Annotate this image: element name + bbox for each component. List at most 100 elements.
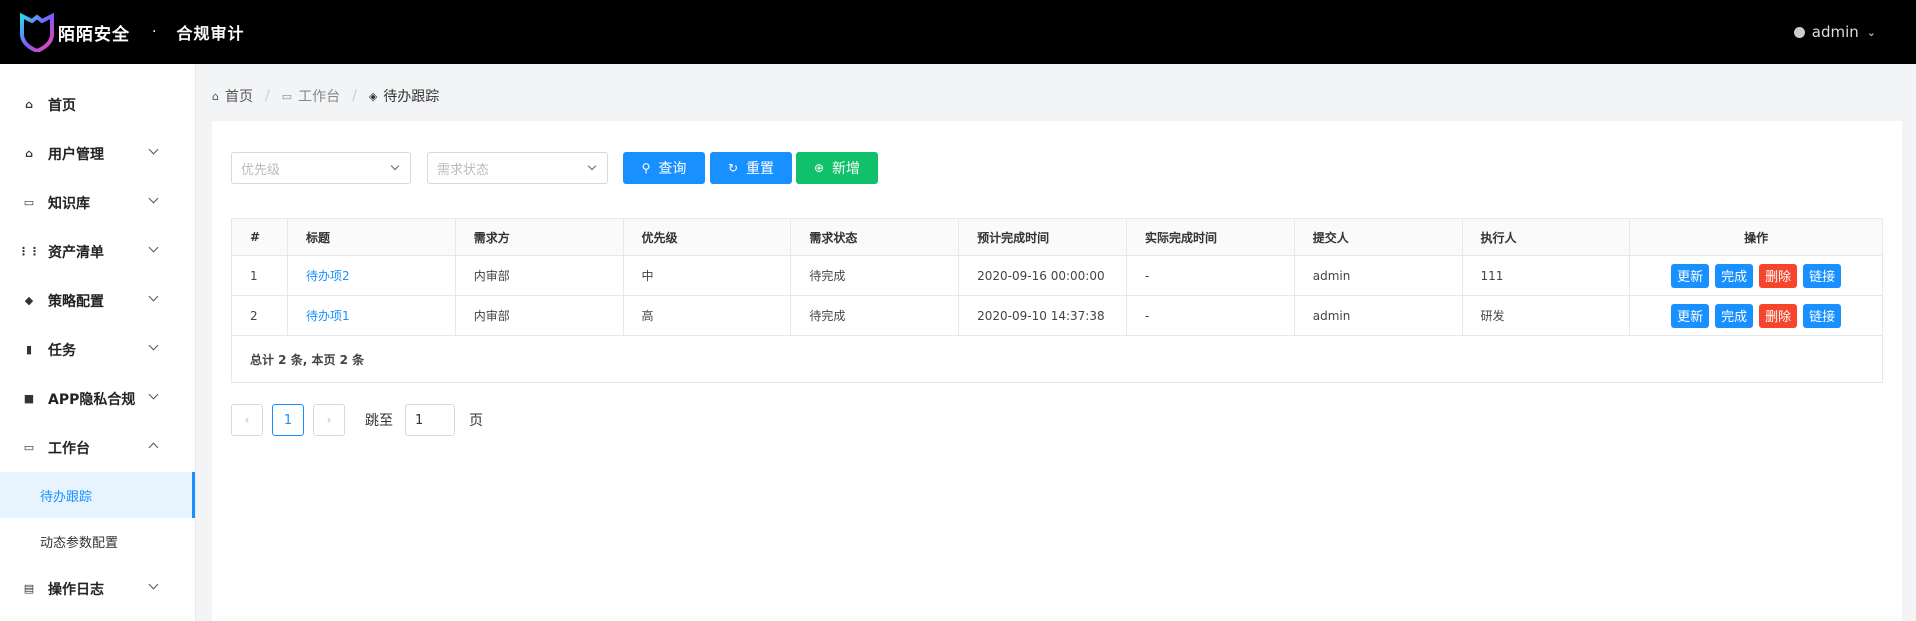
chevron-down-icon xyxy=(587,161,597,171)
column-header: 操作 xyxy=(1744,230,1769,245)
delete-button[interactable]: 删除 xyxy=(1759,263,1798,288)
sidebar-subitem-dynamic-params[interactable]: 动态参数配置 xyxy=(0,518,195,564)
breadcrumb-current: 待办跟踪 xyxy=(383,89,440,105)
layers-icon: ◈ xyxy=(368,89,378,103)
main-panel: 优先级 需求状态 ⚲ 查询 ↻ 重置 ⊕ 新增 # 标题 需求方 优先级 需求状… xyxy=(212,121,1902,621)
chevron-up-icon xyxy=(148,442,159,453)
jump-label: 跳至 xyxy=(365,413,393,429)
sidebar-item-label: 操作日志 xyxy=(48,581,104,598)
query-button[interactable]: ⚲ 查询 xyxy=(623,152,705,184)
reset-button[interactable]: ↻ 重置 xyxy=(710,152,792,184)
row-assignee: 111 xyxy=(1463,256,1631,295)
breadcrumb-separator: / xyxy=(264,88,270,104)
breadcrumb-workbench[interactable]: 工作台 xyxy=(298,86,340,106)
user-menu[interactable]: admin ⌄ xyxy=(1793,0,1876,64)
row-title-link[interactable]: 待办项2 xyxy=(288,256,456,295)
priority-placeholder: 优先级 xyxy=(241,162,281,178)
top-header: 陌陌安全 · 合规审计 admin ⌄ xyxy=(0,0,1916,64)
row-actions: 更新 完成 删除 链接 xyxy=(1630,256,1882,295)
row-requester: 内审部 xyxy=(456,296,624,335)
sidebar-item-label: 知识库 xyxy=(48,195,90,212)
pagination: ‹ 1 › 跳至 1 页 xyxy=(231,404,483,436)
column-header: 需求状态 xyxy=(791,219,960,255)
sidebar-item-policy-config[interactable]: ◆ 策略配置 xyxy=(0,276,195,325)
row-index: 1 xyxy=(232,256,288,295)
refresh-icon: ↻ xyxy=(727,161,739,175)
column-header: 需求方 xyxy=(456,219,624,255)
table-header: # 标题 需求方 优先级 需求状态 预计完成时间 实际完成时间 提交人 执行人 … xyxy=(232,219,1882,256)
shield-logo-icon xyxy=(20,12,54,52)
row-actual-time: - xyxy=(1127,296,1295,335)
complete-button[interactable]: 完成 xyxy=(1715,303,1754,328)
jump-page-input[interactable]: 1 xyxy=(405,404,455,436)
sidebar-item-label: 用户管理 xyxy=(48,146,104,163)
sidebar-subitem-todo-tracking[interactable]: 待办跟踪 xyxy=(0,472,195,518)
chevron-down-icon xyxy=(148,242,159,253)
sidebar-item-knowledge-base[interactable]: ▭ 知识库 xyxy=(0,178,195,227)
chevron-down-icon: ⌄ xyxy=(1866,25,1876,39)
book-icon: ▭ xyxy=(23,196,35,209)
add-button[interactable]: ⊕ 新增 xyxy=(796,152,878,184)
app-title: 合规审计 xyxy=(176,24,245,43)
chevron-down-icon xyxy=(390,161,400,171)
status-select[interactable]: 需求状态 xyxy=(427,152,608,184)
column-header: 提交人 xyxy=(1295,219,1463,255)
brand-logo[interactable]: 陌陌安全 xyxy=(19,12,130,52)
row-actual-time: - xyxy=(1127,256,1295,295)
update-button[interactable]: 更新 xyxy=(1671,263,1710,288)
row-expected-time: 2020-09-10 14:37:38 xyxy=(959,296,1127,335)
prev-page-button[interactable]: ‹ xyxy=(231,404,263,436)
breadcrumb-home[interactable]: 首页 xyxy=(225,86,253,106)
table-row: 1 待办项2 内审部 中 待完成 2020-09-16 00:00:00 - a… xyxy=(232,256,1882,296)
desktop-icon: ▭ xyxy=(281,89,293,103)
bar-chart-icon: ▮ xyxy=(25,343,33,356)
column-header: 标题 xyxy=(288,219,456,255)
row-expected-time: 2020-09-16 00:00:00 xyxy=(959,256,1127,295)
column-header: 预计完成时间 xyxy=(959,219,1127,255)
row-status: 待完成 xyxy=(791,296,960,335)
row-requester: 内审部 xyxy=(456,256,624,295)
sidebar-item-home[interactable]: ⌂ 首页 xyxy=(0,80,195,129)
plus-circle-icon: ⊕ xyxy=(813,161,825,175)
query-label: 查询 xyxy=(658,161,687,177)
row-title-link[interactable]: 待办项1 xyxy=(288,296,456,335)
cube-icon: ◆ xyxy=(24,294,34,307)
link-button[interactable]: 链接 xyxy=(1803,303,1842,328)
username: admin xyxy=(1811,23,1859,41)
chevron-left-icon: ‹ xyxy=(244,413,250,427)
reset-label: 重置 xyxy=(746,161,775,177)
sidebar-item-workbench[interactable]: ▭ 工作台 xyxy=(0,423,195,472)
row-index: 2 xyxy=(232,296,288,335)
sidebar-item-app-privacy[interactable]: ■ APP隐私合规 xyxy=(0,374,195,423)
title-separator: · xyxy=(152,24,157,40)
sidebar-item-tasks[interactable]: ▮ 任务 xyxy=(0,325,195,374)
next-page-button[interactable]: › xyxy=(313,404,345,436)
chevron-right-icon: › xyxy=(326,413,332,427)
column-header: 实际完成时间 xyxy=(1127,219,1295,255)
delete-button[interactable]: 删除 xyxy=(1759,303,1798,328)
user-icon xyxy=(1793,26,1805,38)
sidebar-item-user-management[interactable]: ⌂ 用户管理 xyxy=(0,129,195,178)
sidebar-item-label: 工作台 xyxy=(48,440,90,457)
complete-button[interactable]: 完成 xyxy=(1715,263,1754,288)
status-placeholder: 需求状态 xyxy=(437,162,490,178)
row-priority: 中 xyxy=(624,256,792,295)
add-label: 新增 xyxy=(832,161,861,177)
row-submitter: admin xyxy=(1295,256,1463,295)
page-button-current[interactable]: 1 xyxy=(272,404,304,436)
briefcase-icon: ■ xyxy=(23,392,35,405)
chevron-down-icon xyxy=(148,579,159,590)
update-button[interactable]: 更新 xyxy=(1671,303,1710,328)
sidebar-item-asset-list[interactable]: ⋮⋮ 资产清单 xyxy=(0,227,195,276)
chevron-down-icon xyxy=(148,389,159,400)
chevron-down-icon xyxy=(148,340,159,351)
priority-select[interactable]: 优先级 xyxy=(231,152,411,184)
sidebar-item-label: 策略配置 xyxy=(48,293,104,310)
sidebar-item-label: 首页 xyxy=(48,97,76,114)
link-button[interactable]: 链接 xyxy=(1803,263,1842,288)
row-priority: 高 xyxy=(624,296,792,335)
table-footer-summary: 总计 2 条, 本页 2 条 xyxy=(250,352,365,367)
sidebar-item-operation-log[interactable]: ▤ 操作日志 xyxy=(0,564,195,613)
search-icon: ⚲ xyxy=(641,161,651,175)
breadcrumb: ⌂ 首页 / ▭ 工作台 / ◈ 待办跟踪 xyxy=(212,86,439,106)
